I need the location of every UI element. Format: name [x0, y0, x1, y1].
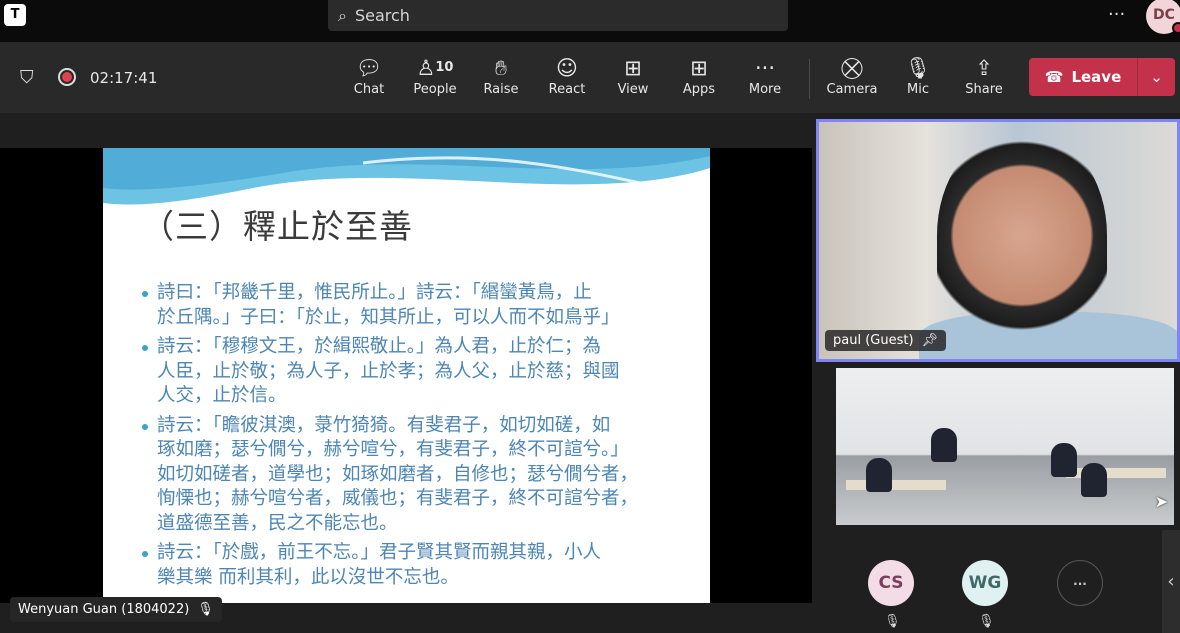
- participant-avatar-wg[interactable]: WG: [962, 560, 1008, 606]
- people-button[interactable]: ♙10 People: [405, 54, 465, 97]
- meeting-timer: 02:17:41: [90, 69, 158, 87]
- apps-button[interactable]: ⊞ Apps: [669, 54, 729, 97]
- mouse-cursor-icon: ➤: [1154, 492, 1168, 511]
- mic-off-icon: 🎙︎: [884, 614, 901, 629]
- bullet: 詩云：「穆穆文王，於緝熙敬止。」為人君，止於仁；為 人臣，止於敬；為人子，止於孝；…: [139, 335, 709, 409]
- student: [1081, 463, 1107, 497]
- camera-off-icon: ⛒: [841, 56, 863, 80]
- leave-options-chevron-icon[interactable]: ⌄: [1137, 58, 1175, 96]
- participant-avatar-cs[interactable]: CS: [868, 560, 914, 606]
- share-button[interactable]: ⇪ Share: [954, 54, 1014, 97]
- meeting-toolbar: ⛉ 02:17:41 💬︎ Chat ♙10 People ✋︎ Raise ☺ Rea…: [0, 42, 1180, 113]
- chat-button[interactable]: 💬︎ Chat: [339, 54, 399, 97]
- mic-button[interactable]: 🎙︎ Mic: [888, 54, 948, 97]
- recording-icon: [58, 68, 76, 86]
- presentation-slide: （三）釋止於至善 詩曰：「邦畿千里，惟民所止。」詩云：「緡蠻黃鳥，止 於丘隅。」子…: [103, 148, 710, 603]
- camera-button[interactable]: ⛒ Camera: [822, 54, 882, 97]
- shield-icon[interactable]: ⛉: [20, 67, 34, 88]
- presenter-name-label: Wenyuan Guan (1804022) 🎙︎: [10, 597, 222, 622]
- user-avatar[interactable]: DC: [1146, 0, 1180, 34]
- hand-icon: ✋︎: [495, 56, 507, 80]
- search-icon: ⌕: [338, 5, 347, 25]
- ellipsis-icon: ···: [754, 56, 776, 80]
- shared-screen: （三）釋止於至善 詩曰：「邦畿千里，惟民所止。」詩云：「緡蠻黃鳥，止 於丘隅。」子…: [0, 148, 812, 603]
- mic-off-icon: 🎙︎: [978, 614, 995, 629]
- share-icon: ⇪: [975, 56, 993, 80]
- student: [866, 458, 892, 492]
- chat-icon: 💬︎: [355, 56, 383, 80]
- raise-hand-button[interactable]: ✋︎ Raise: [471, 54, 531, 97]
- bullet: 詩云：「瞻彼淇澳，菉竹猗猗。有斐君子，如切如磋，如 琢如磨；瑟兮僩兮，赫兮喧兮，有…: [139, 414, 709, 537]
- slide-title: （三）釋止於至善: [141, 207, 413, 246]
- leave-button[interactable]: ☎ Leave: [1029, 68, 1137, 86]
- slide-bullets: 詩曰：「邦畿千里，惟民所止。」詩云：「緡蠻黃鳥，止 於丘隅。」子曰：「於止，知其所…: [139, 281, 709, 595]
- bullet: 詩曰：「邦畿千里，惟民所止。」詩云：「緡蠻黃鳥，止 於丘隅。」子曰：「於止，知其所…: [139, 281, 709, 330]
- teams-logo-icon: T: [4, 4, 26, 26]
- pin-icon: 📌︎: [921, 333, 939, 348]
- more-participants-button[interactable]: ···: [1057, 560, 1103, 606]
- title-bar: T ⌕ Search ··· DC: [0, 0, 1180, 42]
- mic-off-icon: 🎙︎: [904, 56, 932, 80]
- toolbar-divider: [809, 59, 810, 99]
- panel-collapse-chevron-icon[interactable]: ‹: [1162, 530, 1180, 633]
- plus-square-icon: ⊞: [690, 56, 708, 80]
- student: [931, 428, 957, 462]
- leave-button-group: ☎ Leave ⌄: [1029, 58, 1175, 96]
- view-button[interactable]: ⊞ View: [603, 54, 663, 97]
- participant-name-label: paul (Guest) 📌︎: [825, 330, 947, 351]
- phone-hangup-icon: ☎: [1044, 68, 1064, 86]
- react-button[interactable]: ☺ React: [537, 54, 597, 97]
- more-button[interactable]: ··· More: [735, 54, 795, 97]
- search-input[interactable]: ⌕ Search: [328, 0, 788, 31]
- more-options-button[interactable]: ···: [1108, 4, 1125, 25]
- video-person: [937, 132, 1107, 359]
- smile-icon: ☺: [556, 56, 578, 80]
- bullet: 詩云：「於戲，前王不忘。」君子賢其賢而親其親，小人 樂其樂 而利其利，此以沒世不忘…: [139, 541, 709, 590]
- status-dot-icon: [1172, 22, 1180, 34]
- people-icon: ♙10: [416, 56, 454, 80]
- desk: [846, 480, 946, 490]
- pinned-video-tile[interactable]: paul (Guest) 📌︎: [816, 119, 1180, 362]
- mic-off-icon: 🎙︎: [197, 602, 214, 617]
- classroom-video-tile[interactable]: ➤: [836, 368, 1174, 525]
- grid-icon: ⊞: [624, 56, 642, 80]
- student: [1051, 443, 1077, 477]
